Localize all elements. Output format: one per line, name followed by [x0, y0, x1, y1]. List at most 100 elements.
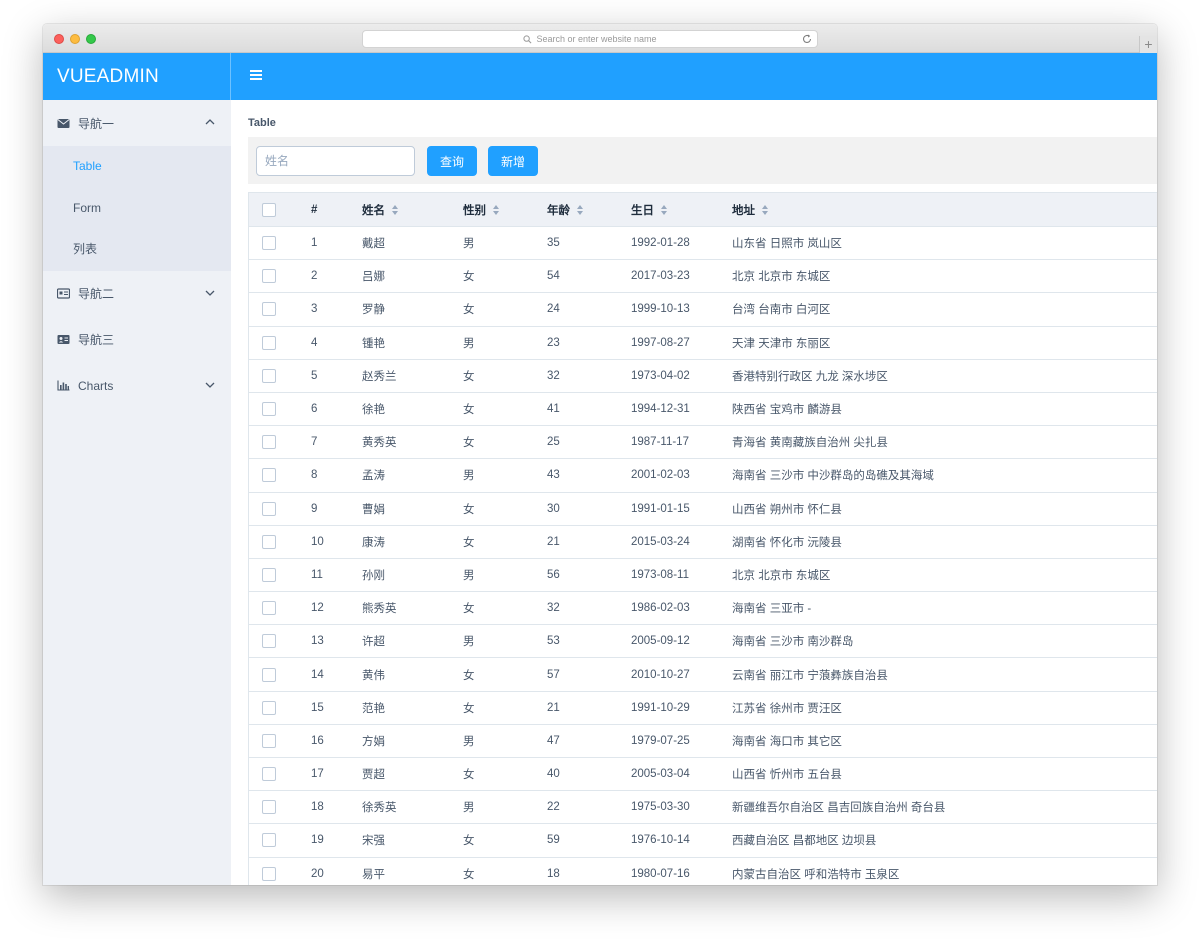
- column-header-birth[interactable]: 生日: [631, 202, 732, 218]
- cell-name: 罗静: [362, 301, 463, 317]
- table-row[interactable]: 2吕娜女542017-03-23北京 北京市 东城区: [249, 260, 1157, 293]
- cell-sex: 男: [463, 467, 547, 483]
- row-checkbox[interactable]: [262, 701, 276, 715]
- cell-index: 13: [311, 635, 362, 647]
- name-search-input[interactable]: [256, 146, 415, 176]
- cell-name: 易平: [362, 866, 463, 882]
- row-checkbox[interactable]: [262, 601, 276, 615]
- table-row[interactable]: 17贾超女402005-03-04山西省 忻州市 五台县: [249, 758, 1157, 791]
- cell-address: 山西省 忻州市 五台县: [732, 766, 1157, 782]
- table-row[interactable]: 16方娟男471979-07-25海南省 海口市 其它区: [249, 725, 1157, 758]
- minimize-window-button[interactable]: [70, 34, 80, 44]
- sidebar-group-nav1[interactable]: 导航一: [43, 100, 231, 146]
- sidebar-group-label: 导航三: [78, 331, 114, 348]
- table-row[interactable]: 14黄伟女572010-10-27云南省 丽江市 宁蒗彝族自治县: [249, 658, 1157, 691]
- cell-birth: 1992-01-28: [631, 237, 732, 249]
- table-row[interactable]: 19宋强女591976-10-14西藏自治区 昌都地区 边坝县: [249, 824, 1157, 857]
- cell-index: 14: [311, 669, 362, 681]
- cell-age: 32: [547, 602, 631, 614]
- row-checkbox[interactable]: [262, 800, 276, 814]
- column-header-address[interactable]: 地址: [732, 202, 1157, 218]
- cell-index: 18: [311, 801, 362, 813]
- cell-age: 59: [547, 834, 631, 846]
- row-checkbox[interactable]: [262, 302, 276, 316]
- envelope-icon: [57, 118, 70, 129]
- cell-sex: 女: [463, 667, 547, 683]
- table-row[interactable]: 11孙刚男561973-08-11北京 北京市 东城区: [249, 559, 1157, 592]
- row-checkbox[interactable]: [262, 502, 276, 516]
- sort-icon[interactable]: [576, 204, 584, 216]
- column-header-name[interactable]: 姓名: [362, 202, 463, 218]
- sidebar-group-nav2[interactable]: 导航二: [43, 271, 231, 317]
- table-header: # 姓名 性别 年龄 生日 地址: [249, 193, 1157, 227]
- cell-address: 北京 北京市 东城区: [732, 268, 1157, 284]
- row-checkbox[interactable]: [262, 369, 276, 383]
- table-row[interactable]: 6徐艳女411994-12-31陕西省 宝鸡市 麟游县: [249, 393, 1157, 426]
- row-checkbox[interactable]: [262, 402, 276, 416]
- table-row[interactable]: 7黄秀英女251987-11-17青海省 黄南藏族自治州 尖扎县: [249, 426, 1157, 459]
- table-row[interactable]: 9曹娟女301991-01-15山西省 朔州市 怀仁县: [249, 493, 1157, 526]
- cell-name: 孟涛: [362, 467, 463, 483]
- table-row[interactable]: 1戴超男351992-01-28山东省 日照市 岚山区: [249, 227, 1157, 260]
- sort-icon[interactable]: [660, 204, 668, 216]
- new-tab-button[interactable]: +: [1139, 36, 1157, 53]
- row-checkbox[interactable]: [262, 336, 276, 350]
- sidebar-item-list[interactable]: 列表: [43, 229, 231, 271]
- id-card-icon: [57, 288, 70, 299]
- row-checkbox[interactable]: [262, 435, 276, 449]
- row-checkbox[interactable]: [262, 867, 276, 881]
- sidebar-group-charts[interactable]: Charts: [43, 363, 231, 409]
- cell-birth: 1991-10-29: [631, 702, 732, 714]
- brand-logo[interactable]: VUEADMIN: [43, 53, 231, 100]
- query-button[interactable]: 查询: [427, 146, 477, 176]
- row-checkbox[interactable]: [262, 668, 276, 682]
- row-checkbox[interactable]: [262, 734, 276, 748]
- cell-name: 曹娟: [362, 501, 463, 517]
- row-checkbox[interactable]: [262, 468, 276, 482]
- column-header-sex[interactable]: 性别: [463, 202, 547, 218]
- sidebar-group-nav3[interactable]: 导航三: [43, 317, 231, 363]
- row-checkbox[interactable]: [262, 535, 276, 549]
- row-checkbox[interactable]: [262, 568, 276, 582]
- table-row[interactable]: 15范艳女211991-10-29江苏省 徐州市 贾汪区: [249, 692, 1157, 725]
- cell-address: 山西省 朔州市 怀仁县: [732, 501, 1157, 517]
- cell-name: 贾超: [362, 766, 463, 782]
- cell-birth: 1973-04-02: [631, 370, 732, 382]
- select-all-checkbox[interactable]: [262, 203, 276, 217]
- table-row[interactable]: 3罗静女241999-10-13台湾 台南市 白河区: [249, 293, 1157, 326]
- row-checkbox[interactable]: [262, 236, 276, 250]
- close-window-button[interactable]: [54, 34, 64, 44]
- row-checkbox[interactable]: [262, 833, 276, 847]
- sidebar-item-table[interactable]: Table: [43, 146, 231, 188]
- cell-address: 内蒙古自治区 呼和浩特市 玉泉区: [732, 866, 1157, 882]
- reload-icon[interactable]: [801, 33, 813, 45]
- add-button[interactable]: 新增: [488, 146, 538, 176]
- table-row[interactable]: 20易平女181980-07-16内蒙古自治区 呼和浩特市 玉泉区: [249, 858, 1157, 885]
- table-row[interactable]: 18徐秀英男221975-03-30新疆维吾尔自治区 昌吉回族自治州 奇台县: [249, 791, 1157, 824]
- cell-sex: 男: [463, 335, 547, 351]
- table-row[interactable]: 5赵秀兰女321973-04-02香港特别行政区 九龙 深水埗区: [249, 360, 1157, 393]
- sort-icon[interactable]: [391, 204, 399, 216]
- table-row[interactable]: 8孟涛男432001-02-03海南省 三沙市 中沙群岛的岛礁及其海域: [249, 459, 1157, 492]
- column-header-age[interactable]: 年龄: [547, 202, 631, 218]
- cell-age: 32: [547, 370, 631, 382]
- cell-birth: 1979-07-25: [631, 735, 732, 747]
- row-checkbox[interactable]: [262, 767, 276, 781]
- sort-icon[interactable]: [492, 204, 500, 216]
- sort-icon[interactable]: [761, 204, 769, 216]
- maximize-window-button[interactable]: [86, 34, 96, 44]
- table-row[interactable]: 4锺艳男231997-08-27天津 天津市 东丽区: [249, 327, 1157, 360]
- cell-index: 11: [311, 569, 362, 581]
- row-checkbox[interactable]: [262, 269, 276, 283]
- table-row[interactable]: 10康涛女212015-03-24湖南省 怀化市 沅陵县: [249, 526, 1157, 559]
- cell-index: 15: [311, 702, 362, 714]
- table-row[interactable]: 12熊秀英女321986-02-03海南省 三亚市 -: [249, 592, 1157, 625]
- app-root: VUEADMIN 导航一 Table Form 列表: [43, 53, 1157, 885]
- cell-name: 徐秀英: [362, 799, 463, 815]
- row-checkbox[interactable]: [262, 634, 276, 648]
- cell-address: 陕西省 宝鸡市 麟游县: [732, 401, 1157, 417]
- sidebar-item-form[interactable]: Form: [43, 188, 231, 230]
- address-bar[interactable]: Search or enter website name: [362, 30, 818, 48]
- menu-toggle-icon[interactable]: [250, 70, 262, 80]
- table-row[interactable]: 13许超男532005-09-12海南省 三沙市 南沙群岛: [249, 625, 1157, 658]
